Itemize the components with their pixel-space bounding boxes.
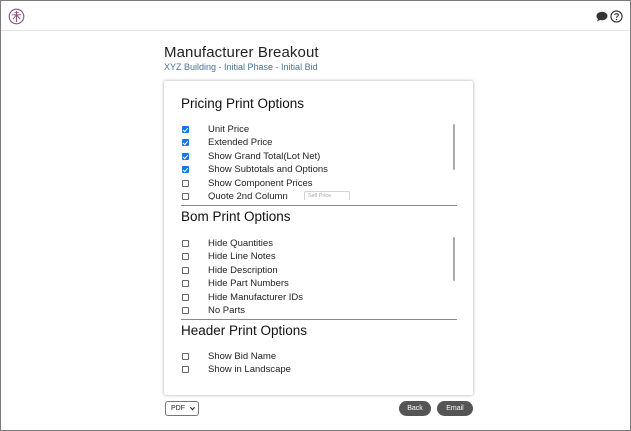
output-format-select[interactable]: PDF (165, 401, 199, 416)
checkbox[interactable] (182, 253, 189, 261)
checkbox[interactable] (182, 152, 189, 160)
top-bar (1, 1, 630, 31)
chevron-down-icon (190, 406, 195, 411)
second-column-select[interactable]: Sell Price (304, 191, 350, 200)
page-subtitle: XYZ Building - Initial Phase - Initial B… (164, 62, 318, 72)
checkbox[interactable] (182, 307, 189, 314)
app-logo-icon[interactable] (8, 8, 25, 25)
email-button[interactable]: Email (437, 401, 473, 416)
checkbox[interactable] (182, 266, 189, 274)
option-label: Hide Line Notes (208, 251, 276, 263)
option-label: Show Subtotals and Options (208, 164, 328, 176)
section-divider (181, 319, 457, 320)
pricing-section-title: Pricing Print Options (181, 96, 305, 111)
page-title: Manufacturer Breakout (164, 44, 319, 61)
header-section-title: Header Print Options (181, 323, 308, 338)
back-button[interactable]: Back (399, 401, 431, 416)
help-circle-icon[interactable] (610, 10, 623, 23)
option-label: Show Component Prices (208, 177, 313, 189)
option-label: Hide Quantities (208, 238, 273, 249)
checkbox[interactable] (182, 179, 189, 187)
option-label: Show Grand Total(Lot Net) (208, 150, 321, 162)
pricing-scrollbar[interactable] (453, 124, 455, 170)
checkbox[interactable] (182, 353, 189, 360)
option-label: Quote 2nd Column (208, 191, 288, 200)
checkbox[interactable] (182, 193, 189, 200)
checkbox[interactable] (182, 240, 189, 247)
bom-options-list[interactable]: Hide Quantities Hide Line Notes Hide Des… (164, 238, 456, 315)
header-options-list[interactable]: Show Bid Name Show in Landscape (164, 351, 456, 381)
bom-section-title: Bom Print Options (181, 209, 291, 224)
print-options-card: Pricing Print Options Unit Price Extende… (164, 81, 473, 395)
option-label: Hide Description (208, 264, 278, 276)
option-label: Extended Price (208, 137, 273, 149)
option-label: Show in Landscape (208, 364, 291, 376)
option-label: Unit Price (208, 124, 250, 135)
bom-scrollbar[interactable] (453, 237, 455, 281)
option-label: No Parts (208, 305, 245, 315)
pricing-options-list[interactable]: Unit Price Extended Price Show Grand Tot… (164, 124, 456, 200)
checkbox[interactable] (182, 280, 189, 288)
checkbox[interactable] (182, 166, 189, 174)
option-label: Hide Part Numbers (208, 278, 289, 290)
option-label: Hide Manufacturer IDs (208, 291, 304, 303)
option-label: Show Bid Name (208, 351, 277, 362)
checkbox[interactable] (182, 139, 189, 147)
checkbox[interactable] (182, 293, 189, 301)
checkbox[interactable] (182, 366, 189, 374)
checkbox[interactable] (182, 126, 189, 133)
select-value: PDF (171, 405, 185, 412)
chat-bubble-icon[interactable] (596, 11, 608, 22)
section-divider (181, 205, 457, 206)
